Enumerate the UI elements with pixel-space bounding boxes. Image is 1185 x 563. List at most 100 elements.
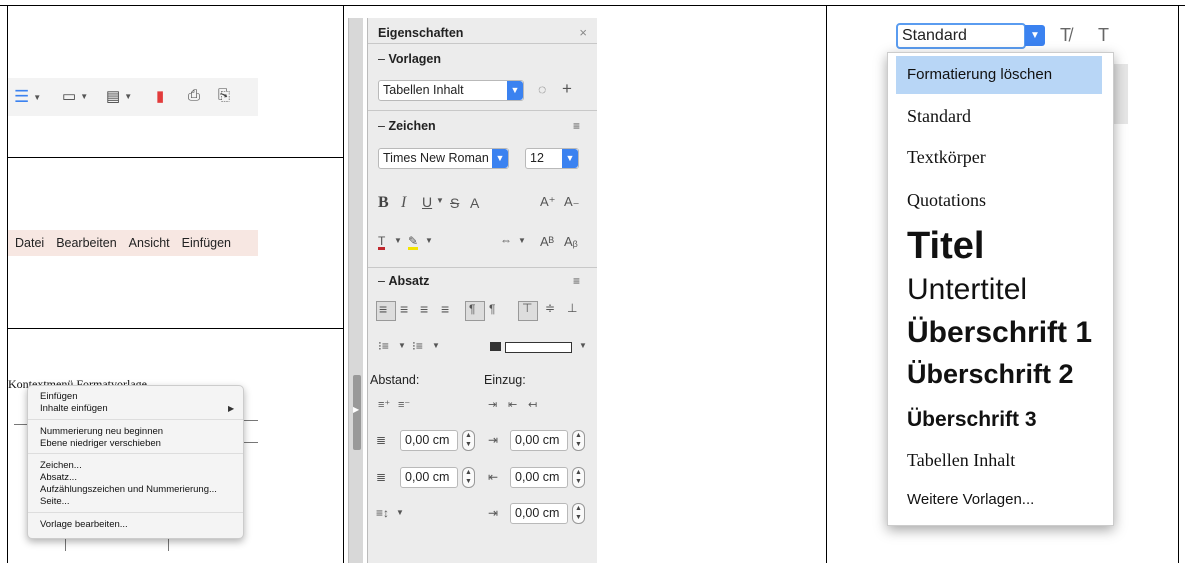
more-options-icon[interactable]: ≡ — [573, 119, 580, 133]
shadow-icon[interactable]: A — [470, 195, 479, 211]
chevron-down-icon[interactable]: ▼ — [436, 196, 444, 205]
chevron-down-icon[interactable]: ▼ — [518, 236, 526, 245]
menu-separator — [28, 419, 243, 420]
menu-ansicht[interactable]: Ansicht — [129, 236, 170, 250]
justify-icon[interactable]: ≡ — [441, 301, 449, 317]
align-middle-icon[interactable]: ≑ — [545, 301, 555, 315]
chevron-down-icon[interactable]: ▼ — [398, 341, 406, 350]
underline-icon[interactable]: U — [422, 194, 432, 210]
font-name-select[interactable]: Times New Roman ▼ — [378, 148, 509, 169]
section-vorlagen[interactable]: – Vorlagen — [378, 52, 441, 66]
style-item-title[interactable]: Titel — [907, 225, 984, 268]
style-item-heading-3[interactable]: Überschrift 3 — [907, 408, 1037, 432]
chevron-down-icon[interactable]: ▼ — [396, 508, 404, 517]
font-color-icon[interactable]: T — [378, 235, 386, 250]
chevron-down-icon[interactable]: ▼ — [33, 93, 41, 102]
menu-einfuegen[interactable]: Einfügen — [182, 236, 231, 250]
menu-item-page[interactable]: Seite... — [40, 496, 70, 507]
above-spacing-input[interactable]: 0,00 cm — [400, 430, 458, 451]
chevron-down-icon[interactable]: ▼ — [124, 92, 132, 101]
subscript-icon[interactable]: Aᵦ — [564, 234, 578, 249]
style-item-subtitle[interactable]: Untertitel — [907, 273, 1027, 307]
chevron-down-icon[interactable]: ▼ — [579, 341, 587, 350]
decrease-indent-icon[interactable]: ⇤ — [508, 398, 517, 411]
align-center-icon[interactable]: ≡ — [400, 301, 408, 317]
background-color-icon[interactable] — [490, 342, 501, 351]
more-options-icon[interactable]: ≡ — [573, 274, 580, 288]
grow-font-icon[interactable]: A⁺ — [540, 194, 556, 210]
chevron-down-icon[interactable]: ▼ — [562, 149, 578, 168]
close-icon[interactable]: × — [579, 25, 587, 40]
strikethrough-icon[interactable]: S — [450, 195, 459, 211]
shrink-font-icon[interactable]: A₋ — [564, 194, 580, 210]
section-zeichen[interactable]: – Zeichen — [378, 119, 436, 133]
pdf-export-button[interactable]: ▮ — [156, 87, 164, 105]
menu-item-character[interactable]: Zeichen... — [40, 460, 82, 471]
chevron-down-icon[interactable]: ▼ — [507, 81, 523, 100]
increase-indent-icon[interactable]: ⇥ — [488, 398, 497, 411]
spin-buttons[interactable]: ▲ ▼ — [572, 467, 585, 488]
menu-item-edit-style[interactable]: Vorlage bearbeiten... — [40, 519, 128, 530]
superscript-icon[interactable]: Aᴮ — [540, 234, 554, 249]
align-bottom-icon[interactable]: ⊥ — [567, 301, 577, 315]
background-color-swatch[interactable] — [505, 342, 572, 353]
spin-buttons[interactable]: ▲ ▼ — [462, 430, 475, 451]
paragraph-style-combobox[interactable]: Standard — [896, 23, 1026, 49]
chevron-down-icon[interactable]: ▼ — [80, 92, 88, 101]
first-line-indent-input[interactable]: 0,00 cm — [510, 503, 568, 524]
style-item-more[interactable]: Weitere Vorlagen... — [907, 491, 1034, 508]
style-item-quotations[interactable]: Quotations — [907, 190, 986, 211]
rtl-icon[interactable]: ¶ — [489, 302, 495, 316]
menu-item-restart-numbering[interactable]: Nummerierung neu beginnen — [40, 426, 163, 437]
open-button[interactable]: ▭ ▼ — [62, 87, 88, 105]
print-button[interactable]: ⎙ — [188, 87, 200, 104]
spin-buttons[interactable]: ▲ ▼ — [462, 467, 475, 488]
paragraph-style-select[interactable]: Tabellen Inhalt ▼ — [378, 80, 524, 101]
bold-icon[interactable]: B — [378, 194, 389, 212]
align-right-icon[interactable]: ≡ — [420, 301, 428, 317]
style-item-heading-1[interactable]: Überschrift 1 — [907, 316, 1092, 350]
menu-item-insert[interactable]: Einfügen — [40, 391, 78, 402]
numbering-icon[interactable]: ⁝≡ — [412, 339, 423, 353]
chevron-down-icon[interactable]: ▼ — [394, 236, 402, 245]
new-style-icon[interactable]: T — [1098, 25, 1109, 46]
chevron-down-icon[interactable]: ▼ — [1025, 25, 1045, 46]
menu-item-demote[interactable]: Ebene niedriger verschieben — [40, 438, 161, 449]
styles-button[interactable]: ☰ ▼ — [14, 87, 41, 107]
italic-icon[interactable]: I — [401, 194, 406, 212]
highlight-icon[interactable]: ✎ — [408, 235, 419, 250]
bullets-icon[interactable]: ⁝≡ — [378, 339, 389, 353]
above-spacing-icon: ≣ — [376, 433, 387, 447]
update-style-icon[interactable]: ◌ — [538, 81, 546, 97]
character-spacing-icon[interactable]: ⇔ — [500, 233, 512, 247]
update-style-icon[interactable]: T̸ — [1060, 25, 1071, 46]
increase-spacing-icon[interactable]: ≡⁺ — [378, 398, 390, 411]
line-spacing-icon[interactable]: ≡↕ — [376, 506, 389, 520]
below-spacing-input[interactable]: 0,00 cm — [400, 467, 458, 488]
chevron-down-icon[interactable]: ▼ — [492, 149, 508, 168]
style-item-textbody[interactable]: Textkörper — [907, 147, 986, 168]
print-preview-button[interactable]: ⎘ — [218, 87, 230, 104]
spin-buttons[interactable]: ▲ ▼ — [572, 430, 585, 451]
chevron-down-icon[interactable]: ▼ — [432, 341, 440, 350]
spin-buttons[interactable]: ▲ ▼ — [572, 503, 585, 524]
new-style-icon[interactable]: + — [562, 79, 572, 99]
style-item-table-contents[interactable]: Tabellen Inhalt — [907, 450, 1015, 471]
style-item-heading-2[interactable]: Überschrift 2 — [907, 359, 1074, 390]
font-size-select[interactable]: 12 ▼ — [525, 148, 579, 169]
menu-datei[interactable]: Datei — [15, 236, 44, 250]
hanging-indent-icon[interactable]: ↤ — [528, 398, 537, 411]
menu-bearbeiten[interactable]: Bearbeiten — [56, 236, 116, 250]
save-button[interactable]: ▤ ▼ — [106, 87, 132, 105]
decrease-spacing-icon[interactable]: ≡⁻ — [398, 398, 410, 411]
menu-item-paste-contents[interactable]: Inhalte einfügen — [40, 403, 108, 414]
style-item-standard[interactable]: Standard — [907, 106, 971, 127]
style-item-clear[interactable]: Formatierung löschen — [907, 66, 1052, 83]
chevron-down-icon[interactable]: ▼ — [425, 236, 433, 245]
menu-item-paragraph[interactable]: Absatz... — [40, 472, 77, 483]
before-indent-input[interactable]: 0,00 cm — [510, 430, 568, 451]
after-indent-input[interactable]: 0,00 cm — [510, 467, 568, 488]
menu-item-bullets[interactable]: Aufzählungszeichen und Nummerierung... — [40, 484, 217, 495]
spacing-label: Abstand: — [370, 373, 420, 387]
section-absatz[interactable]: – Absatz — [378, 274, 429, 288]
